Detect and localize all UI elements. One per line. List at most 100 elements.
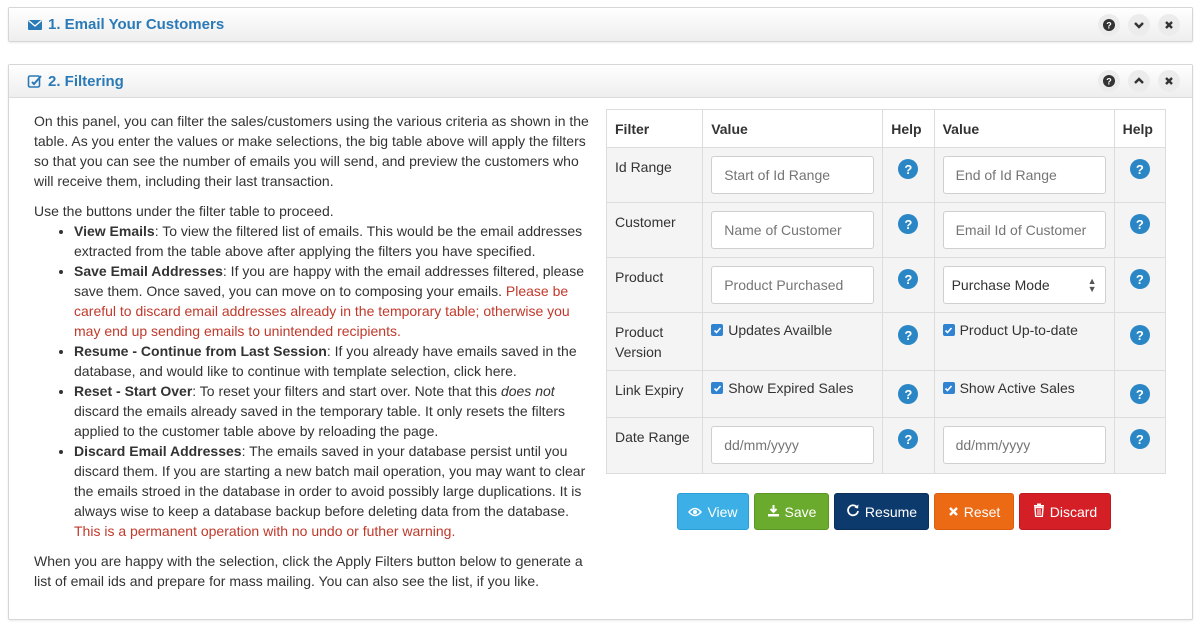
checkbox-label: Product Up-to-date <box>959 322 1078 338</box>
item-text: discard the emails already saved in the … <box>74 403 566 439</box>
filtering-panel: 2. Filtering ? On this panel, you can fi… <box>8 64 1193 620</box>
view-button[interactable]: View <box>677 493 749 530</box>
refresh-icon <box>846 503 860 520</box>
use-buttons-text: Use the buttons under the filter table t… <box>34 203 334 219</box>
panel-header: 1. Email Your Customers ? <box>9 8 1192 41</box>
list-item: View Emails: To view the filtered list o… <box>74 221 594 261</box>
list-item: Reset - Start Over: To reset your filter… <box>74 381 594 441</box>
panel-header: 2. Filtering ? <box>9 65 1192 98</box>
table-row: Product ? Purchase Mode ▲▼ ? <box>605 257 1167 313</box>
list-item: Discard Email Addresses: The emails save… <box>74 441 594 541</box>
help-icon[interactable]: ? <box>898 159 919 179</box>
customer-email-input[interactable] <box>942 211 1106 249</box>
button-label: View <box>707 503 738 520</box>
reset-button[interactable]: Reset <box>934 493 1014 530</box>
close-icon[interactable] <box>1158 70 1180 92</box>
help-icon[interactable]: ? <box>1129 429 1150 449</box>
svg-text:?: ? <box>1106 77 1112 87</box>
filter-table: Filter Value Help Value Help Id Range ? … <box>605 109 1167 474</box>
end-id-input[interactable] <box>942 156 1106 194</box>
item-title: View Emails <box>74 223 155 239</box>
product-input[interactable] <box>711 266 875 304</box>
select-arrows-icon: ▲ ▼ <box>1087 276 1097 294</box>
close-icon <box>948 504 959 520</box>
question-icon[interactable]: ? <box>1098 13 1120 36</box>
checkbox-checked-icon[interactable] <box>942 382 955 394</box>
filter-label: Id Range <box>615 159 672 175</box>
button-label: Save <box>784 503 817 520</box>
discard-button[interactable]: Discard <box>1019 493 1111 530</box>
item-title: Save Email Addresses <box>74 263 223 279</box>
checkbox-checked-icon[interactable] <box>942 324 955 336</box>
purchase-mode-select[interactable]: Purchase Mode ▲ ▼ <box>942 266 1106 304</box>
column-header: Filter <box>605 109 704 148</box>
customer-name-input[interactable] <box>711 211 875 249</box>
end-date-input[interactable] <box>942 426 1106 464</box>
panel-title[interactable]: 1. Email Your Customers <box>27 16 224 33</box>
start-id-input[interactable] <box>711 156 875 194</box>
instructions: On this panel, you can filter the sales/… <box>34 111 594 601</box>
checkbox-label: Show Expired Sales <box>728 380 854 396</box>
help-icon[interactable]: ? <box>1129 384 1150 404</box>
column-header: Value <box>933 109 1115 148</box>
select-value: Purchase Mode <box>951 277 1050 293</box>
filter-label: Link Expiry <box>615 382 684 398</box>
button-label: Discard <box>1049 503 1098 520</box>
help-icon[interactable]: ? <box>1129 325 1150 345</box>
outro-text: When you are happy with the selection, c… <box>34 553 583 589</box>
chevron-up-icon[interactable] <box>1128 70 1150 92</box>
download-icon <box>767 504 780 520</box>
column-header: Value <box>702 109 884 148</box>
help-icon[interactable]: ? <box>1129 214 1150 234</box>
column-header: Help <box>882 109 935 148</box>
table-row: Date Range ? ? <box>605 417 1167 474</box>
product-up-to-date-checkbox[interactable]: Product Up-to-date <box>942 313 1106 338</box>
close-icon[interactable] <box>1158 13 1180 36</box>
filter-label: Product <box>615 269 664 285</box>
help-icon[interactable]: ? <box>898 429 919 449</box>
help-icon[interactable]: ? <box>898 384 919 404</box>
svg-text:?: ? <box>1106 20 1112 30</box>
chevron-down-icon[interactable] <box>1128 13 1150 36</box>
button-label: Resume <box>864 503 918 520</box>
show-active-sales-checkbox[interactable]: Show Active Sales <box>942 371 1106 396</box>
help-icon[interactable]: ? <box>898 214 919 234</box>
column-header: Help <box>1113 109 1167 148</box>
checkbox-checked-icon[interactable] <box>711 382 724 394</box>
updates-available-checkbox[interactable]: Updates Availble <box>711 313 874 338</box>
item-warning: This is a permanent operation with no un… <box>74 523 456 539</box>
help-icon[interactable]: ? <box>1129 159 1150 179</box>
checkbox-label: Show Active Sales <box>959 380 1075 396</box>
table-row: Id Range ? ? <box>605 147 1167 203</box>
item-title: Discard Email Addresses <box>74 443 242 459</box>
checkbox-label: Updates Availble <box>728 322 833 338</box>
show-expired-sales-checkbox[interactable]: Show Expired Sales <box>711 371 874 396</box>
checkbox-checked-icon[interactable] <box>711 324 724 336</box>
save-button[interactable]: Save <box>754 493 829 530</box>
table-header-row: Filter Value Help Value Help <box>605 109 1167 148</box>
panel-title-text: 2. Filtering <box>48 72 124 90</box>
item-title: Resume - Continue from Last Session <box>74 343 327 359</box>
action-buttons: View Save Resume Reset Discard <box>677 493 1111 530</box>
panel-title[interactable]: 2. Filtering <box>27 73 124 90</box>
item-title: Reset - Start Over <box>74 383 193 399</box>
filter-label: Product Version <box>615 324 664 360</box>
help-icon[interactable]: ? <box>1129 269 1150 289</box>
eye-icon <box>688 504 703 520</box>
table-row: Product Version Updates Availble ? Produ… <box>605 312 1167 371</box>
help-icon[interactable]: ? <box>898 269 919 289</box>
table-row: Customer ? ? <box>605 202 1167 258</box>
email-customers-panel: 1. Email Your Customers ? <box>8 7 1193 42</box>
resume-button[interactable]: Resume <box>834 493 929 530</box>
list-item: Resume - Continue from Last Session: If … <box>74 341 594 381</box>
envelope-icon <box>27 17 43 33</box>
instruction-list: View Emails: To view the filtered list o… <box>34 221 594 541</box>
start-date-input[interactable] <box>711 426 875 464</box>
intro-text: On this panel, you can filter the sales/… <box>34 113 589 189</box>
item-emphasis: does not <box>500 383 555 399</box>
help-icon[interactable]: ? <box>898 325 919 345</box>
question-icon[interactable]: ? <box>1098 70 1120 92</box>
item-text: : To reset your filters and start over. … <box>192 383 501 399</box>
edit-icon <box>27 73 43 89</box>
button-label: Reset <box>963 503 1001 520</box>
